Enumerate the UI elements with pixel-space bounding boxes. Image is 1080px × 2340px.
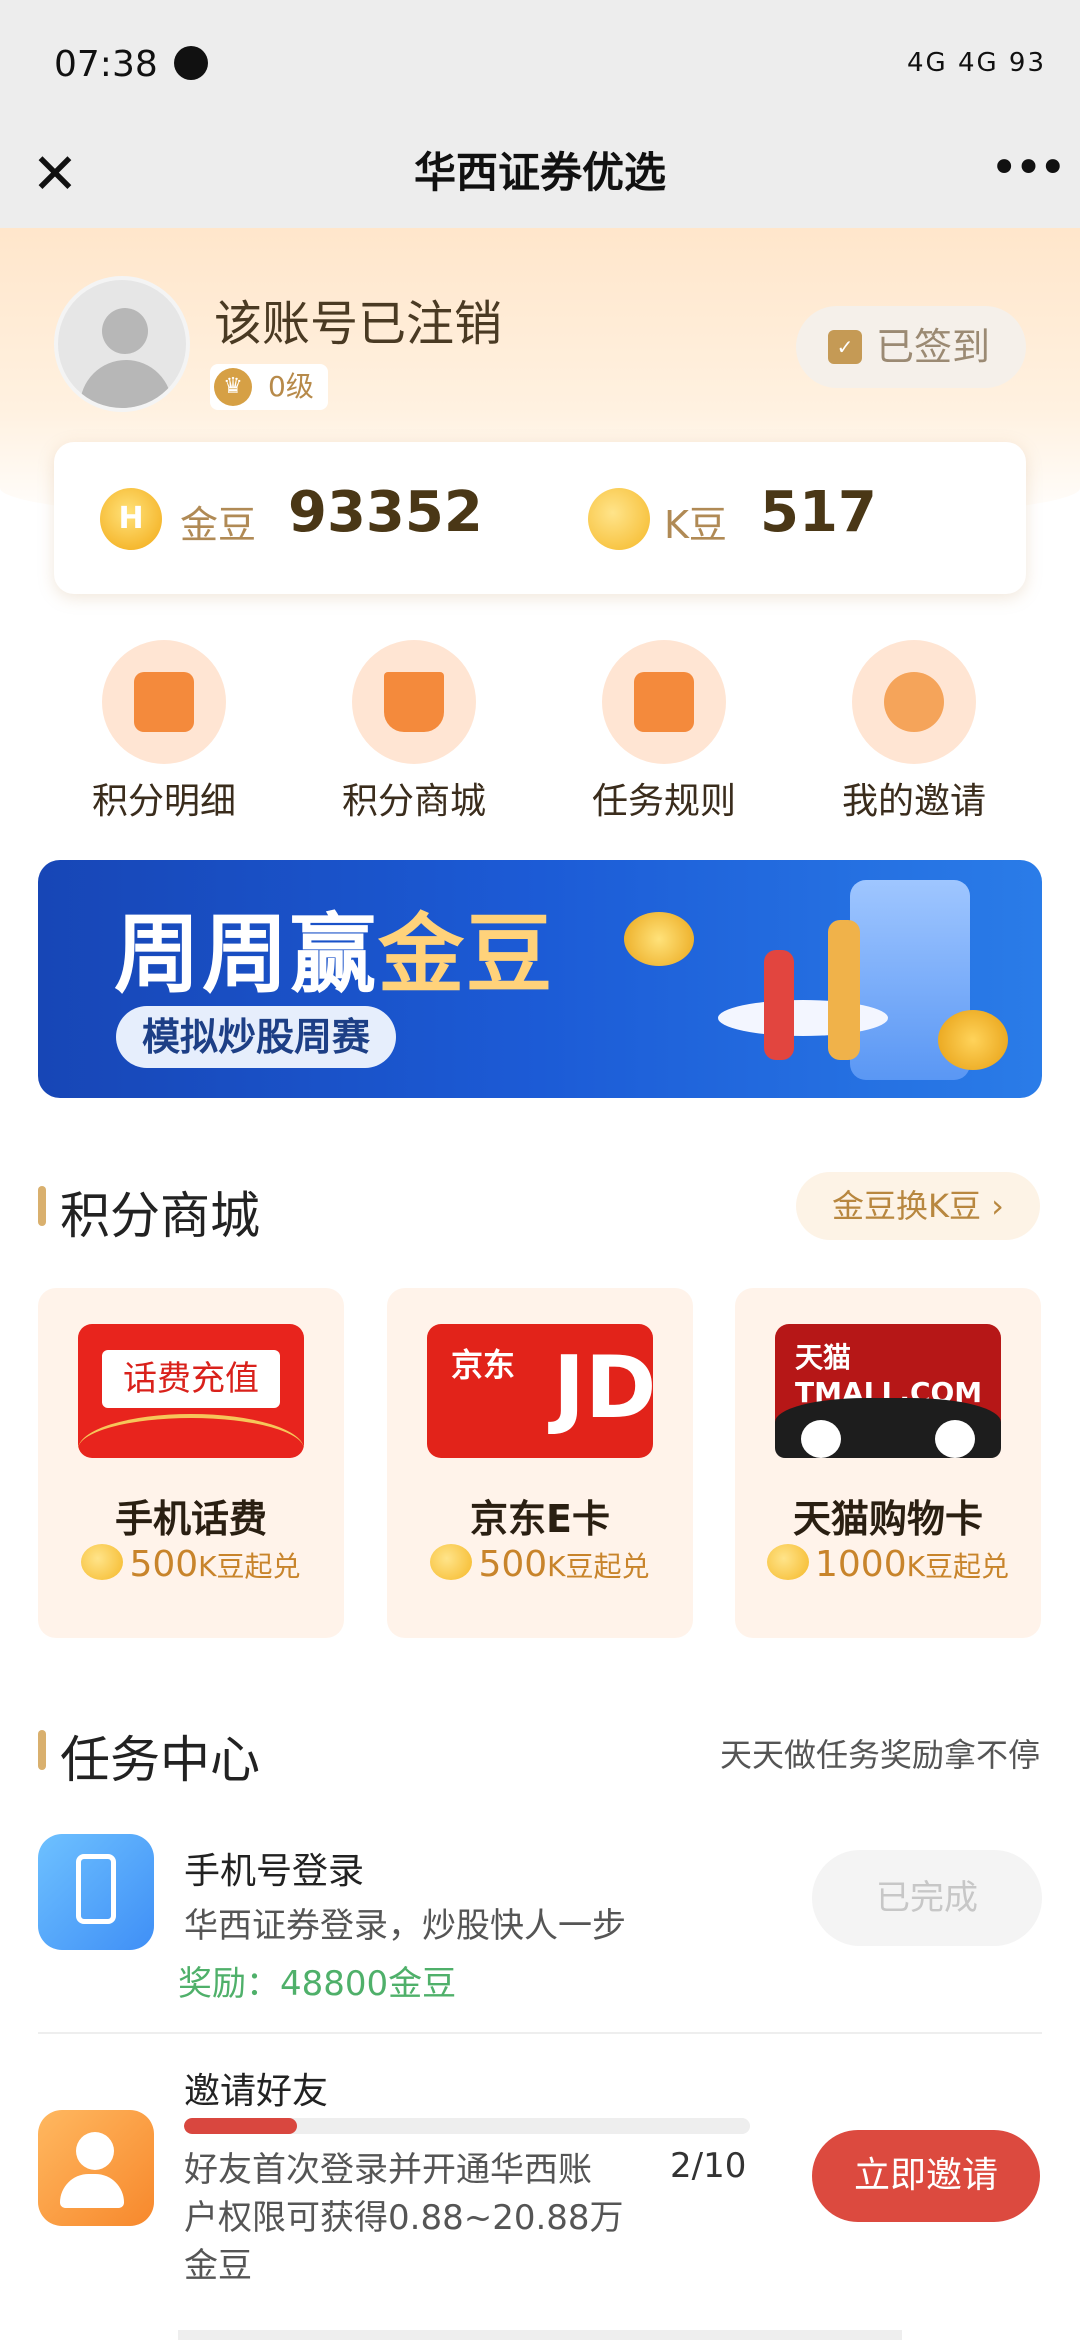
price-value: 1000 (815, 1544, 907, 1585)
invite-now-button[interactable]: 立即邀请 (812, 2130, 1040, 2222)
gold-bean-value[interactable]: 93352 (288, 480, 483, 545)
mall-item-phone-credit[interactable]: 话费充值 手机话费 500K豆起兑 (38, 1288, 344, 1638)
invite-progress-bar (184, 2118, 750, 2134)
quick-action-points-detail[interactable]: 积分明细 (64, 640, 264, 830)
k-bean-label: K豆 (664, 503, 727, 547)
globe-icon (174, 46, 208, 80)
signin-label: 已签到 (876, 325, 991, 369)
page-title: 华西证券优选 (413, 148, 666, 197)
invite-progress-count: 2/10 (670, 2146, 747, 2186)
coin-illustration (624, 912, 694, 966)
jd-image-text: 京东 (451, 1346, 516, 1384)
decorative-curve (78, 1414, 304, 1458)
mall-item-name: 京东E卡 (470, 1497, 610, 1541)
avatar[interactable] (54, 276, 190, 412)
mall-item-tmall-card[interactable]: 天猫 TMALL.COM 天猫购物卡 1000K豆起兑 (735, 1288, 1041, 1638)
status-indicators: 4G 4G 93 (907, 48, 1046, 78)
more-icon[interactable]: ••• (990, 138, 1067, 208)
invite-friend-icon (38, 2110, 154, 2226)
price-value: 500 (478, 1544, 548, 1585)
close-icon[interactable]: ✕ (30, 140, 80, 210)
phone-credit-image: 话费充值 (78, 1324, 304, 1458)
avatar-head-shape (102, 308, 148, 354)
mall-item-price: 1000K豆起兑 (735, 1544, 1041, 1585)
nav-bar: 华西证券优选 ✕ ••• (0, 130, 1080, 228)
task-reward: 奖励：48800金豆 (178, 1964, 457, 2004)
points-card: H 金豆 93352 K豆 517 (54, 442, 1026, 594)
divider (38, 2032, 1042, 2034)
rules-icon (634, 672, 694, 732)
task-name: 手机号登录 (184, 1851, 365, 1892)
price-unit: K豆起兑 (547, 1550, 650, 1583)
banner-title: 周周赢金豆 (114, 884, 554, 1009)
phone-login-icon (38, 1834, 154, 1950)
banner-subtitle: 模拟炒股周赛 (116, 1006, 397, 1068)
mall-item-name: 天猫购物卡 (792, 1497, 983, 1541)
mall-section-title: 积分商城 (60, 1187, 260, 1245)
mall-item-price: 500K豆起兑 (38, 1544, 344, 1585)
jd-card-image: 京东 JD (427, 1324, 657, 1458)
tmall-cat-eye (935, 1420, 975, 1458)
quick-action-label: 任务规则 (591, 781, 736, 822)
k-bean-icon (767, 1544, 809, 1580)
banner-title-part1: 周周赢 (114, 905, 378, 1005)
gold-bean-icon: H (100, 488, 162, 550)
task-desc: 好友首次登录并开通华西账户权限可获得0.88~20.88万金豆 (184, 2150, 624, 2286)
task-section-subtitle: 天天做任务奖励拿不停 (719, 1736, 1040, 1774)
price-unit: K豆起兑 (906, 1550, 1009, 1583)
k-bean-value[interactable]: 517 (760, 480, 877, 545)
section-marker (38, 1186, 46, 1226)
status-time: 07:38 (54, 44, 158, 85)
crown-icon: ♛ (214, 368, 252, 406)
person-illustration (828, 920, 860, 1060)
task-desc: 华西证券登录，炒股快人一步 (184, 1906, 626, 1946)
quick-action-points-mall[interactable]: 积分商城 (314, 640, 514, 830)
k-bean-icon (430, 1544, 473, 1580)
level-text: 0级 (268, 370, 314, 403)
username: 该账号已注销 (214, 296, 503, 352)
phone-credit-image-text: 话费充值 (102, 1350, 280, 1408)
task-completed-button[interactable]: 已完成 (812, 1850, 1042, 1946)
status-bar: 07:38 4G 4G 93 (0, 0, 1080, 130)
gold-bean-label: 金豆 (180, 503, 257, 547)
task-section-title: 任务中心 (60, 1731, 260, 1789)
document-icon (134, 672, 194, 732)
quick-action-task-rules[interactable]: 任务规则 (564, 640, 764, 830)
tmall-card-image: 天猫 TMALL.COM (775, 1324, 1001, 1458)
quick-action-label: 我的邀请 (841, 781, 986, 822)
level-badge: ♛ 0级 (210, 364, 328, 410)
jd-logo-text: JD (553, 1338, 657, 1438)
k-bean-icon (81, 1544, 124, 1580)
cart-icon (384, 672, 444, 732)
section-marker (38, 1730, 46, 1770)
avatar-body-shape (80, 360, 172, 408)
mall-item-jd-card[interactable]: 京东 JD 京东E卡 500K豆起兑 (387, 1288, 693, 1638)
exchange-button[interactable]: 金豆换K豆 › (796, 1172, 1040, 1240)
calendar-check-icon: ✓ (828, 330, 862, 364)
quick-action-label: 积分商城 (341, 781, 486, 822)
progress-fill (184, 2118, 298, 2134)
price-unit: K豆起兑 (198, 1550, 301, 1583)
person-illustration (764, 950, 794, 1060)
coins-illustration (938, 1010, 1008, 1070)
signin-button[interactable]: ✓ 已签到 (796, 306, 1026, 388)
phone-shape (76, 1854, 116, 1924)
price-value: 500 (129, 1544, 199, 1585)
promo-banner[interactable]: 周周赢金豆 模拟炒股周赛 (38, 860, 1042, 1098)
user-head-shape (76, 2132, 114, 2170)
quick-action-my-invites[interactable]: 我的邀请 (814, 640, 1014, 830)
next-row-placeholder (178, 2330, 902, 2340)
mall-item-name: 手机话费 (114, 1497, 267, 1541)
user-body-shape (60, 2174, 124, 2208)
user-icon (884, 672, 944, 732)
quick-action-label: 积分明细 (91, 781, 236, 822)
tmall-cat-eye (801, 1420, 841, 1458)
banner-title-part2: 金豆 (378, 905, 554, 1005)
task-name: 邀请好友 (184, 2071, 329, 2112)
mall-item-price: 500K豆起兑 (387, 1544, 693, 1585)
table-illustration (718, 1000, 888, 1036)
k-bean-icon (588, 488, 650, 550)
